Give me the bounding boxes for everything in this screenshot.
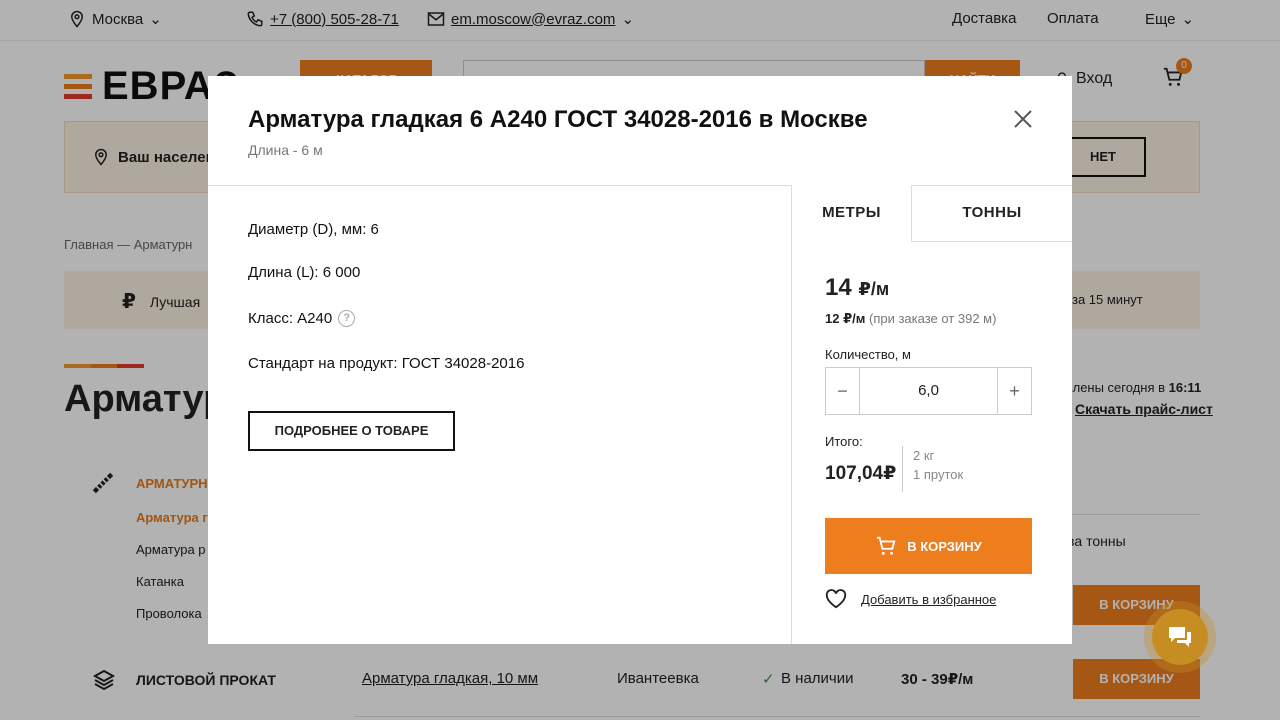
- quantity-label: Количество, м: [825, 347, 911, 362]
- modal-vertical-divider: [791, 185, 792, 644]
- total-value: 107,04₽: [825, 463, 897, 484]
- product-details-button[interactable]: ПОДРОБНЕЕ О ТОВАРЕ: [248, 411, 455, 451]
- spec-length-text: Длина (L): 6 000: [248, 264, 361, 281]
- bulk-price: 12 ₽/м (при заказе от 392 м): [825, 311, 996, 327]
- total-label: Итого:: [825, 434, 863, 449]
- close-icon[interactable]: [1012, 108, 1034, 130]
- quantity-increase-button[interactable]: +: [998, 368, 1031, 414]
- add-to-cart-label: В КОРЗИНУ: [907, 538, 982, 554]
- total-meta: 2 кг 1 пруток: [902, 446, 963, 492]
- unit-price-unit: ₽/м: [858, 279, 890, 299]
- add-to-cart-button[interactable]: В КОРЗИНУ: [825, 518, 1032, 574]
- unit-price: 14 ₽/м: [825, 274, 889, 302]
- chat-button[interactable]: [1152, 609, 1208, 665]
- spec-class: Класс: А240 ?: [248, 310, 356, 327]
- unit-price-value: 14: [825, 274, 852, 301]
- heart-icon: [825, 589, 847, 609]
- total-pieces: 1 пруток: [913, 467, 964, 482]
- add-to-favorites[interactable]: Добавить в избранное: [825, 589, 996, 609]
- spec-length: Длина (L): 6 000: [248, 264, 360, 281]
- help-icon[interactable]: ?: [338, 310, 356, 327]
- spec-diameter: Диаметр (D), мм: 6: [248, 221, 379, 238]
- quantity-input[interactable]: 6,0: [859, 368, 998, 414]
- cart-icon: [877, 536, 896, 555]
- spec-diameter-text: Диаметр (D), мм: 6: [248, 221, 379, 238]
- total-weight: 2 кг: [913, 448, 935, 463]
- modal-title: Арматура гладкая 6 А240 ГОСТ 34028-2016 …: [248, 106, 868, 133]
- spec-standard-text: Стандарт на продукт: ГОСТ 34028-2016: [248, 355, 525, 372]
- spec-class-text: Класс: А240: [248, 310, 333, 327]
- spec-standard: Стандарт на продукт: ГОСТ 34028-2016: [248, 355, 524, 372]
- add-to-favorites-label: Добавить в избранное: [861, 591, 997, 607]
- tab-meters[interactable]: МЕТРЫ: [791, 185, 912, 242]
- quantity-stepper: − 6,0 +: [825, 367, 1032, 415]
- bulk-price-condition: (при заказе от 392 м): [868, 311, 997, 326]
- chat-icon: [1169, 627, 1191, 647]
- modal-subtitle: Длина - 6 м: [248, 142, 323, 158]
- tab-tons[interactable]: ТОННЫ: [912, 185, 1072, 242]
- product-modal: Арматура гладкая 6 А240 ГОСТ 34028-2016 …: [208, 76, 1072, 644]
- bulk-price-value: 12 ₽/м: [825, 311, 866, 326]
- quantity-decrease-button[interactable]: −: [826, 368, 859, 414]
